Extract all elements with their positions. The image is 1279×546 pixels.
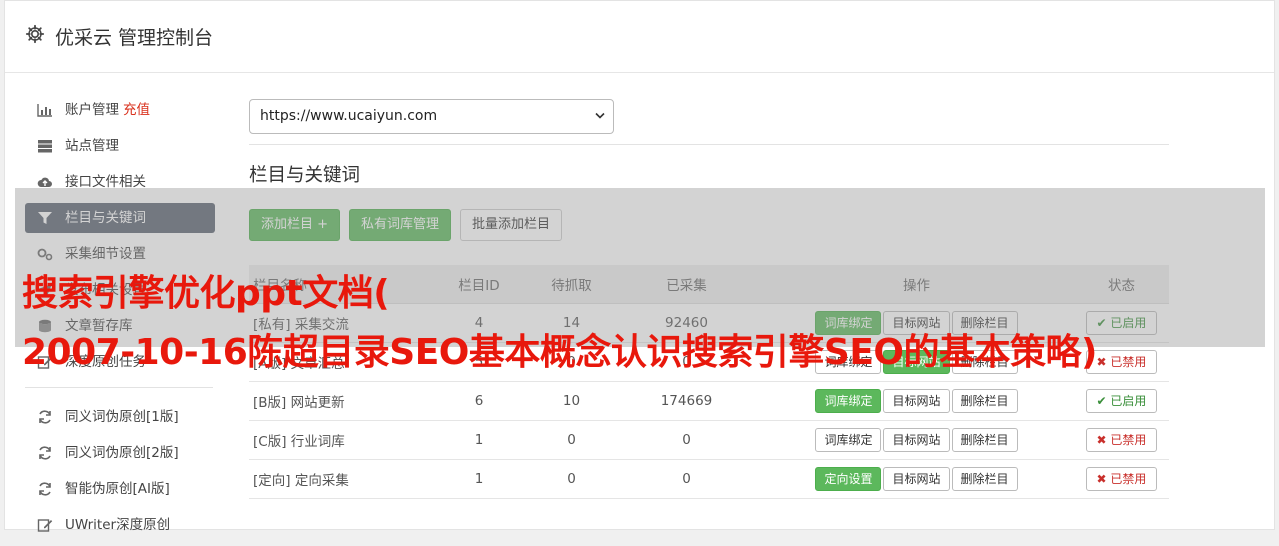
target-site-button[interactable]: 目标网站 — [883, 388, 950, 413]
bind-dictionary-button[interactable]: 词库绑定 — [815, 427, 882, 452]
directed-settings-button[interactable]: 定向设置 — [815, 466, 882, 491]
collected-count: 0 — [682, 470, 691, 487]
watermark-overlay — [15, 188, 1265, 347]
column-tag: [B版] — [253, 394, 287, 411]
sidebar-item-label: 站点管理 — [65, 138, 119, 154]
table-row: [B版] 网站更新 6 10 174669 词库绑定 目标网站 删除栏目 ✔ 已启用 — [249, 381, 1169, 420]
column-id: 1 — [474, 431, 484, 448]
sidebar-item-uwriter[interactable]: UWriter深度原创 — [25, 510, 215, 540]
column-name-link[interactable]: [定向] 定向采集 — [249, 459, 429, 498]
column-name: 网站更新 — [290, 394, 345, 411]
column-id: 1 — [474, 470, 484, 487]
refresh-icon — [39, 446, 51, 460]
main-panel: https://www.ucaiyun.com 栏目与关键词 添加栏目 + 私有词… — [249, 99, 1169, 498]
sidebar-item-label: 同义词伪原创[1版] — [65, 409, 179, 425]
column-name: 定向采集 — [294, 472, 349, 489]
collected-count: 174669 — [660, 392, 713, 409]
section-title: 栏目与关键词 — [249, 165, 361, 186]
status-toggle[interactable]: ✖ 已禁用 — [1085, 466, 1158, 491]
pending-count[interactable]: 0 — [529, 459, 614, 498]
row-actions: 词库绑定 目标网站 删除栏目 — [759, 381, 1074, 420]
column-name-link[interactable]: [C版] 行业词库 — [249, 420, 429, 459]
server-icon — [38, 140, 52, 153]
sidebar-item-sites[interactable]: 站点管理 — [25, 131, 215, 161]
sidebar-item-synonym-v1[interactable]: 同义词伪原创[1版] — [25, 402, 215, 432]
sidebar-item-synonym-v2[interactable]: 同义词伪原创[2版] — [25, 438, 215, 468]
row-status: ✔ 已启用 — [1074, 381, 1169, 420]
target-site-button[interactable]: 目标网站 — [883, 466, 950, 491]
column-name: 行业词库 — [290, 433, 345, 450]
site-select[interactable]: https://www.ucaiyun.com — [249, 99, 614, 134]
bar-chart-icon — [37, 104, 52, 117]
delete-column-button[interactable]: 删除栏目 — [951, 427, 1018, 452]
row-status: ✖ 已禁用 — [1074, 459, 1169, 498]
site-select-value: https://www.ucaiyun.com — [260, 108, 438, 124]
row-status: ✖ 已禁用 — [1074, 420, 1169, 459]
pending-count[interactable]: 10 — [529, 381, 614, 420]
cloud-upload-icon — [37, 177, 52, 187]
sidebar-item-label: 同义词伪原创[2版] — [65, 445, 179, 461]
bind-dictionary-button[interactable]: 词库绑定 — [815, 388, 882, 413]
row-actions: 定向设置 目标网站 删除栏目 — [759, 459, 1074, 498]
column-name-link[interactable]: [B版] 网站更新 — [249, 381, 429, 420]
row-actions: 词库绑定 目标网站 删除栏目 — [759, 420, 1074, 459]
collected-count: 0 — [682, 431, 691, 448]
column-tag: [C版] — [253, 433, 287, 450]
refresh-icon — [39, 410, 51, 424]
divider — [249, 144, 1169, 145]
table-row: [定向] 定向采集 1 0 0 定向设置 目标网站 删除栏目 ✖ 已禁用 — [249, 459, 1169, 498]
sidebar-item-label: UWriter深度原创 — [65, 517, 171, 533]
page-title: 优采云 管理控制台 — [55, 27, 214, 49]
watermark-line-2: 2007-10-16陈超目录SEO基本概念认识搜索引擎SEO的基本策略) — [22, 332, 1097, 373]
pending-count[interactable]: 0 — [529, 420, 614, 459]
target-site-button[interactable]: 目标网站 — [883, 427, 950, 452]
chevron-down-icon — [595, 112, 605, 119]
delete-column-button[interactable]: 删除栏目 — [951, 388, 1018, 413]
status-toggle[interactable]: ✔ 已启用 — [1085, 388, 1158, 413]
refresh-icon — [39, 482, 51, 496]
recharge-link[interactable]: 充值 — [123, 102, 150, 118]
sidebar-item-ai-rewrite[interactable]: 智能伪原创[AI版] — [25, 474, 215, 504]
column-id: 6 — [474, 392, 484, 409]
gear-icon — [25, 24, 45, 44]
watermark-line-1: 搜索引擎优化ppt文档( — [22, 273, 390, 314]
delete-column-button[interactable]: 删除栏目 — [951, 466, 1018, 491]
sidebar-item-label: 智能伪原创[AI版] — [65, 481, 170, 497]
table-row: [C版] 行业词库 1 0 0 词库绑定 目标网站 删除栏目 ✖ 已禁用 — [249, 420, 1169, 459]
sidebar-divider — [25, 387, 213, 388]
column-tag: [定向] — [253, 472, 291, 489]
sidebar-item-label: 账户管理 — [65, 102, 119, 118]
header: 优采云 管理控制台 — [5, 1, 1274, 73]
status-toggle[interactable]: ✖ 已禁用 — [1085, 427, 1158, 452]
sidebar-item-account[interactable]: 账户管理 充值 — [25, 95, 215, 125]
